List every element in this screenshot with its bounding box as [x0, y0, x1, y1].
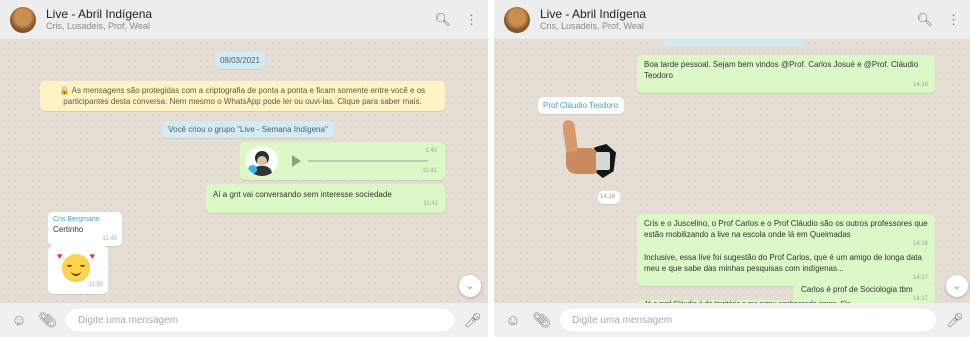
message-text: Boa tarde pessoal. Sejam bem vindos @Pro… [644, 60, 919, 80]
smiling-hearts-emoji-icon: ♥ ♥ [57, 251, 95, 282]
chevron-down-icon: ⌄ [465, 280, 475, 292]
message-text: Carlos é prof de Sociologia tbm [801, 285, 913, 294]
message-text: Certinho [53, 225, 84, 234]
audio-message[interactable]: 1:40 11:41 [240, 142, 445, 180]
message-input[interactable] [560, 309, 936, 331]
chat-header[interactable]: Live - Abril Indígena Cris, Lusadeis, Pr… [494, 0, 970, 40]
message-text: Cris e o Juscelino, o Prof Carlos e o Pr… [644, 219, 928, 239]
attach-icon[interactable]: 📎︎ [532, 311, 551, 329]
audio-duration: 1:40 [425, 148, 437, 154]
incoming-message[interactable]: Cris Bergmann Certinho 11:45 [48, 212, 122, 246]
message-time: 14:16 [912, 241, 928, 247]
search-icon[interactable]: 🔍︎ [434, 13, 451, 26]
message-time: 14:16 [912, 82, 928, 88]
screenshot-stage: Live - Abril Indígena Cris, Lusadeis, Pr… [0, 0, 970, 337]
sticker-time: 11:55 [88, 282, 103, 288]
group-title: Live - Abril Indígena [540, 7, 647, 21]
sticker-message[interactable]: ♥ ♥ 11:55 [48, 246, 108, 294]
group-members: Cris, Lusadeis, Prof, Weal [46, 21, 150, 31]
message-sender[interactable]: Cris Bergmann [53, 215, 117, 224]
emoji-icon[interactable]: ☺ [10, 312, 28, 329]
search-icon[interactable]: 🔍︎ [916, 13, 933, 26]
menu-icon[interactable]: ⋮ [465, 13, 478, 26]
scroll-down-button[interactable]: ⌄ [459, 275, 481, 297]
message-input[interactable] [66, 309, 454, 331]
scroll-down-button[interactable]: ⌄ [946, 275, 968, 297]
thumbs-up-sticker[interactable] [552, 112, 622, 192]
message-time: 11:41 [423, 201, 438, 207]
group-avatar[interactable] [504, 6, 530, 33]
date-chip: 08/03/2021 [215, 52, 265, 69]
audio-timestamp: 11:41 [422, 168, 437, 174]
attach-icon[interactable]: 📎︎ [38, 311, 57, 329]
chat-header[interactable]: Live - Abril Indígena Cris, Lusadeis, Pr… [0, 0, 488, 40]
menu-icon[interactable]: ⋮ [947, 13, 960, 26]
microphone-icon[interactable]: 🎤︎ [464, 312, 482, 329]
message-text: Aí a gnt vai conversando sem interesse s… [213, 190, 392, 199]
chat-window-left: Live - Abril Indígena Cris, Lusadeis, Pr… [0, 0, 488, 337]
chevron-down-icon: ⌄ [952, 280, 962, 292]
encryption-notice[interactable]: 🔒 As mensagens são protegidas com a crip… [40, 81, 445, 111]
emoji-icon[interactable]: ☺ [504, 312, 522, 329]
composer-bar: ☺ 📎︎ 🎤︎ [0, 303, 488, 337]
group-avatar[interactable] [10, 6, 36, 33]
previous-message-edge [664, 40, 804, 46]
composer-bar: ☺ 📎︎ 🎤︎ [494, 303, 970, 337]
sticker-time: 14:16 [598, 191, 620, 204]
message-text: Inclusive, essa live foi sugestão do Pro… [644, 253, 922, 273]
chat-window-right: Live - Abril Indígena Cris, Lusadeis, Pr… [494, 0, 970, 337]
audio-waveform[interactable] [308, 160, 428, 162]
group-title: Live - Abril Indígena [46, 7, 153, 21]
microphone-icon[interactable]: 🎤︎ [946, 312, 964, 329]
outgoing-message[interactable]: Aí a gnt vai conversando sem interesse s… [206, 184, 445, 213]
group-created-notice: Você criou o grupo "Live - Semana Indíge… [162, 121, 334, 138]
audio-sender-avatar [246, 146, 278, 176]
welcome-message[interactable]: Boa tarde pessoal. Sejam bem vindos @Pro… [637, 55, 935, 93]
message-time: 11:45 [102, 236, 117, 242]
outgoing-message[interactable]: Cris e o Juscelino, o Prof Carlos e o Pr… [637, 214, 935, 252]
play-icon[interactable] [292, 155, 301, 167]
group-members: Cris, Lusadeis, Prof, Weal [540, 21, 644, 31]
